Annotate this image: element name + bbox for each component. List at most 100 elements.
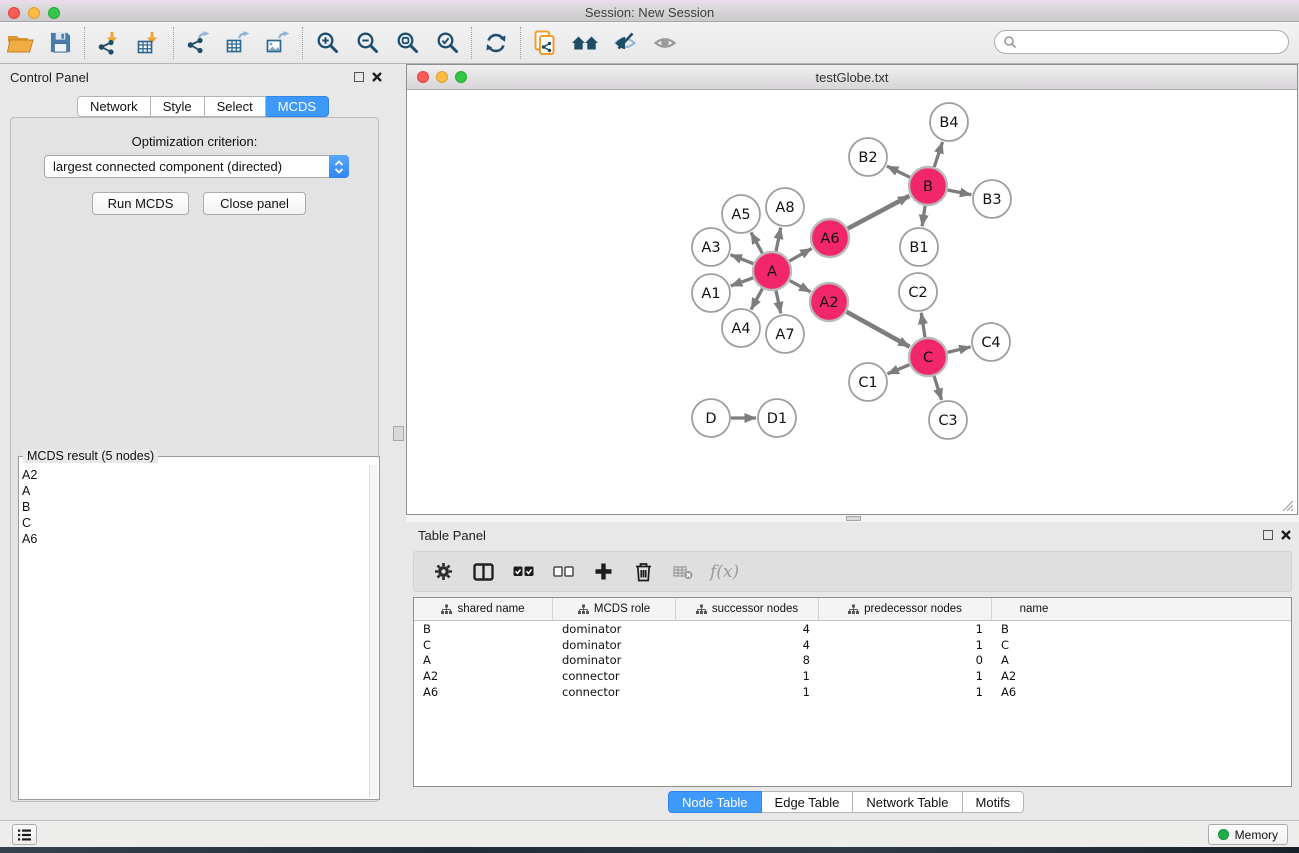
close-panel-button[interactable]: Close panel (203, 192, 306, 215)
maximize-window-button[interactable] (48, 7, 60, 19)
graph-node-A3[interactable]: A3 (692, 228, 730, 266)
import-network-icon[interactable] (89, 25, 129, 61)
settings-gear-icon[interactable] (430, 559, 456, 585)
table-cell[interactable]: 1 (819, 622, 992, 636)
graph-node-D1[interactable]: D1 (758, 399, 796, 437)
table-cell[interactable]: 4 (676, 622, 819, 636)
table-cell[interactable]: 1 (819, 685, 992, 699)
new-network-from-selection-icon[interactable] (525, 25, 565, 61)
column-layout-icon[interactable] (470, 559, 496, 585)
table-cell[interactable]: 4 (676, 638, 819, 652)
splitter-grip[interactable] (846, 516, 861, 521)
home-view-icon[interactable] (565, 25, 605, 61)
table-cell[interactable]: B (992, 622, 1076, 636)
result-scrollbar[interactable] (369, 465, 378, 797)
graph-node-C3[interactable]: C3 (929, 401, 967, 439)
table-cell[interactable]: dominator (553, 653, 676, 667)
save-icon[interactable] (40, 25, 80, 61)
graph-edge-A-A3[interactable] (731, 255, 754, 264)
graph-node-A5[interactable]: A5 (722, 195, 760, 233)
graph-node-A4[interactable]: A4 (722, 309, 760, 347)
delete-column-icon[interactable] (630, 559, 656, 585)
float-panel-icon[interactable] (354, 72, 364, 82)
zoom-out-icon[interactable] (347, 25, 387, 61)
graph-node-B2[interactable]: B2 (849, 138, 887, 176)
refresh-icon[interactable] (476, 25, 516, 61)
mcds-result-item[interactable]: A2 (22, 467, 367, 483)
close-network-button[interactable] (417, 71, 429, 83)
graph-edge-A-A2[interactable] (790, 281, 811, 292)
table-cell[interactable]: C (992, 638, 1076, 652)
import-table-icon[interactable] (129, 25, 169, 61)
apply-function-icon[interactable]: f(x) (710, 562, 739, 582)
show-graphics-details-icon[interactable] (645, 25, 685, 61)
tab-network[interactable]: Network (77, 96, 151, 117)
delete-table-icon[interactable] (670, 559, 696, 585)
graph-node-B3[interactable]: B3 (973, 180, 1011, 218)
search-box[interactable] (994, 30, 1289, 54)
vertical-splitter[interactable] (390, 64, 406, 820)
horizontal-splitter[interactable] (406, 515, 1299, 522)
column-header-name[interactable]: name (992, 598, 1076, 620)
graph-node-B1[interactable]: B1 (900, 228, 938, 266)
graph-node-C2[interactable]: C2 (899, 273, 937, 311)
maximize-network-button[interactable] (455, 71, 467, 83)
table-cell[interactable]: connector (553, 685, 676, 699)
tab-node-table[interactable]: Node Table (668, 791, 762, 813)
network-traffic-lights[interactable] (417, 71, 467, 83)
table-row[interactable]: Bdominator41B (414, 621, 1291, 637)
table-cell[interactable]: 8 (676, 653, 819, 667)
splitter-grip[interactable] (393, 426, 404, 441)
main-titlebar[interactable]: Session: New Session (0, 3, 1299, 22)
hide-graphics-details-icon[interactable] (605, 25, 645, 61)
table-cell[interactable]: C (414, 638, 553, 652)
export-table-icon[interactable] (218, 25, 258, 61)
export-network-icon[interactable] (178, 25, 218, 61)
mcds-result-item[interactable]: A (22, 483, 367, 499)
graph-edge-C-C3[interactable] (934, 376, 942, 400)
graph-node-A6[interactable]: A6 (811, 219, 849, 257)
graph-edge-A-A4[interactable] (751, 289, 762, 310)
table-cell[interactable]: 1 (819, 638, 992, 652)
table-cell[interactable]: 0 (819, 653, 992, 667)
table-cell[interactable]: A (414, 653, 553, 667)
graph-edge-C-C1[interactable] (887, 365, 909, 374)
graph-node-A2[interactable]: A2 (810, 283, 848, 321)
tab-style[interactable]: Style (151, 96, 205, 117)
table-row[interactable]: A2connector11A2 (414, 668, 1291, 684)
network-canvas[interactable]: B4B2BB3A8A5A6A3B1AA1C2A2A4A7C4CC1C3DD1 (408, 90, 1296, 514)
table-cell[interactable]: 1 (676, 685, 819, 699)
graph-edge-B-B1[interactable] (922, 206, 925, 226)
network-window-titlebar[interactable]: testGlobe.txt (407, 65, 1297, 90)
traffic-lights[interactable] (8, 7, 60, 19)
graph-edge-A-A7[interactable] (776, 291, 781, 314)
table-cell[interactable]: 1 (676, 669, 819, 683)
graph-node-A7[interactable]: A7 (766, 315, 804, 353)
table-cell[interactable]: A6 (414, 685, 553, 699)
graph-node-B[interactable]: B (909, 167, 947, 205)
table-cell[interactable]: B (414, 622, 553, 636)
table-row[interactable]: Adominator80A (414, 653, 1291, 669)
minimize-window-button[interactable] (28, 7, 40, 19)
graph-node-C[interactable]: C (909, 338, 947, 376)
close-window-button[interactable] (8, 7, 20, 19)
graph-edge-A-A5[interactable] (751, 232, 762, 253)
graph-edge-C-C2[interactable] (921, 313, 925, 337)
export-image-icon[interactable] (258, 25, 298, 61)
mcds-result-item[interactable]: B (22, 499, 367, 515)
graph-edge-C-C4[interactable] (948, 347, 971, 353)
graph-node-B4[interactable]: B4 (930, 103, 968, 141)
tab-motifs[interactable]: Motifs (963, 791, 1025, 813)
close-panel-icon[interactable] (1281, 530, 1291, 540)
table-cell[interactable]: 1 (819, 669, 992, 683)
column-header-successor-nodes[interactable]: successor nodes (676, 598, 819, 620)
zoom-selected-icon[interactable] (427, 25, 467, 61)
tab-mcds[interactable]: MCDS (266, 96, 329, 117)
graph-edge-B-B3[interactable] (948, 190, 972, 195)
column-header-MCDS-role[interactable]: MCDS role (553, 598, 676, 620)
graph-node-C4[interactable]: C4 (972, 323, 1010, 361)
column-header-shared-name[interactable]: shared name (414, 598, 553, 620)
table-row[interactable]: Cdominator41C (414, 637, 1291, 653)
graph-edge-A-A1[interactable] (731, 278, 753, 286)
graph-edge-A6-B[interactable] (848, 196, 910, 229)
